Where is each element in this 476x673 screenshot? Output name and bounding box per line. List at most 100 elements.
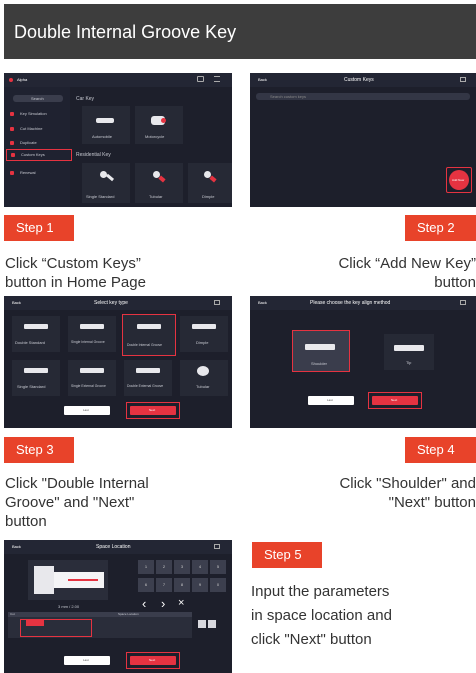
next-field-button[interactable]: ›	[161, 597, 165, 610]
clear-button[interactable]: ×	[178, 598, 184, 609]
back-button[interactable]: Back	[258, 77, 267, 82]
key-type-double-internal-groove[interactable]: Double Internal Groove	[122, 314, 176, 356]
screenshot-space-location: Back Space Location 3 mm / 2.00 1 2 3 4 …	[4, 540, 232, 673]
align-shoulder-option[interactable]: Shoulder	[292, 330, 350, 372]
step-4-caption: Click "Shoulder" and "Next" button	[339, 475, 476, 511]
keypad-key[interactable]: 9	[192, 578, 208, 592]
red-marker	[68, 579, 98, 581]
add-new-key-button[interactable]: Add New	[449, 170, 469, 190]
step-3-label: Step 3	[4, 437, 74, 463]
keypad-key[interactable]: 1	[138, 560, 154, 574]
key-type-double-external-groove[interactable]: Double External Groove	[124, 360, 172, 396]
key-blade-icon	[80, 324, 104, 329]
cut-icon	[10, 127, 14, 131]
key-diagram	[28, 560, 108, 600]
key-type-single-external-groove[interactable]: Single External Groove	[68, 360, 116, 396]
chat-icon[interactable]	[197, 76, 204, 82]
motorcycle-key-accent	[161, 118, 166, 123]
sidebar-item-custom-keys[interactable]: Custom Keys	[6, 149, 72, 161]
key-type-single-standard[interactable]: Single Standard	[12, 360, 60, 396]
tile-tubular[interactable]: Tubular	[135, 163, 183, 203]
tile-single-standard[interactable]: Single Standard	[82, 163, 130, 203]
step-5-label: Step 5	[252, 542, 322, 568]
next-button[interactable]: Next	[130, 656, 176, 665]
keypad-key[interactable]: 6	[138, 578, 154, 592]
keypad-key[interactable]: 3	[174, 560, 190, 574]
back-button[interactable]: Back	[258, 300, 267, 305]
side-control-b[interactable]	[208, 620, 216, 628]
tile-motorcycle[interactable]: Motorcycle	[135, 106, 183, 144]
key-type-double-standard[interactable]: Double Standard	[12, 316, 60, 352]
shoulder-key-icon	[305, 344, 335, 350]
key-type-single-internal-groove[interactable]: Single Internal Groove	[68, 316, 116, 352]
key-blade-icon	[136, 368, 160, 373]
key-blade-icon	[24, 368, 48, 373]
key-blade-icon	[137, 324, 161, 329]
settings-icon[interactable]	[460, 300, 466, 305]
tip-key-icon	[394, 345, 424, 351]
dimple-accent	[209, 175, 217, 183]
key-type-dimple[interactable]: Dimple	[180, 316, 228, 352]
last-button[interactable]: Last	[64, 406, 110, 415]
brand-name: Alpha	[17, 77, 28, 82]
screenshot-home: Alpha Search Key Simulation Cut Machine …	[4, 73, 232, 207]
keypad-key[interactable]: 7	[156, 578, 172, 592]
step-1-caption: Click “Custom Keys” button in Home Page	[5, 255, 146, 291]
screen-title: Please choose the key align method	[310, 300, 391, 306]
next-button[interactable]: Next	[372, 396, 418, 405]
sidebar-search[interactable]: Search	[13, 95, 63, 102]
settings-icon[interactable]	[214, 544, 220, 549]
key-icon	[10, 112, 14, 116]
custom-key-icon	[11, 153, 15, 157]
key-bow	[34, 566, 54, 594]
keypad-key[interactable]: 5	[210, 560, 226, 574]
settings-icon[interactable]	[214, 300, 220, 305]
step-4-label: Step 4	[405, 437, 476, 463]
duplicate-icon	[10, 141, 14, 145]
menu-icon[interactable]	[214, 76, 220, 82]
section-residential-key: Residential Key	[76, 152, 111, 158]
keypad-key[interactable]: 2	[156, 560, 172, 574]
back-button[interactable]: Back	[12, 544, 21, 549]
screen-title: Select key type	[94, 300, 128, 306]
sidebar-item-key-simulation[interactable]: Key Simulation	[10, 110, 66, 118]
step-2-caption: Click “Add New Key” button	[338, 255, 476, 291]
keypad: 1 2 3 4 5 6 7 8 9 0	[138, 560, 228, 594]
last-button[interactable]: Last	[64, 656, 110, 665]
sidebar	[4, 87, 70, 207]
page-title: Double Internal Groove Key	[14, 22, 237, 42]
last-button[interactable]: Last	[308, 396, 354, 405]
next-button[interactable]: Next	[130, 406, 176, 415]
step-1-label: Step 1	[4, 215, 74, 241]
back-button[interactable]: Back	[12, 300, 21, 305]
align-tip-option[interactable]: Tip	[384, 334, 434, 370]
car-key-icon	[96, 118, 114, 123]
sidebar-item-cut-machine[interactable]: Cut Machine	[10, 125, 66, 133]
search-input[interactable]: Search custom keys	[256, 93, 470, 100]
table-cell-highlight	[20, 619, 92, 637]
app-logo-icon	[9, 78, 13, 82]
table-header: Cut Space Location	[8, 612, 192, 617]
dimension-readout: 3 mm / 2.00	[58, 604, 80, 609]
tubular-key-icon	[197, 366, 209, 376]
sidebar-item-renewal[interactable]: Renewal	[10, 169, 66, 177]
keypad-key[interactable]: 0	[210, 578, 226, 592]
tubular-accent	[158, 175, 166, 183]
key-blade-icon	[24, 324, 48, 329]
screenshot-custom-keys: Back Custom Keys Search custom keys Add …	[250, 73, 476, 207]
tile-automobile[interactable]: Automobile	[82, 106, 130, 144]
step-2-label: Step 2	[405, 215, 476, 241]
key-type-tubular[interactable]: Tubular	[180, 360, 228, 396]
keypad-key[interactable]: 4	[192, 560, 208, 574]
screenshot-align-method: Back Please choose the key align method …	[250, 296, 476, 428]
tile-dimple[interactable]: Dimple	[188, 163, 232, 203]
keypad-key[interactable]: 8	[174, 578, 190, 592]
settings-icon[interactable]	[460, 77, 466, 82]
side-control-a[interactable]	[198, 620, 206, 628]
sidebar-item-duplicate[interactable]: Duplicate	[10, 139, 66, 147]
section-car-key: Car Key	[76, 96, 95, 102]
key-blade-icon	[192, 324, 216, 329]
previous-button[interactable]: ‹	[142, 597, 146, 610]
renewal-icon	[10, 171, 14, 175]
step-5-caption: Input the parameters in space location a…	[251, 583, 392, 648]
